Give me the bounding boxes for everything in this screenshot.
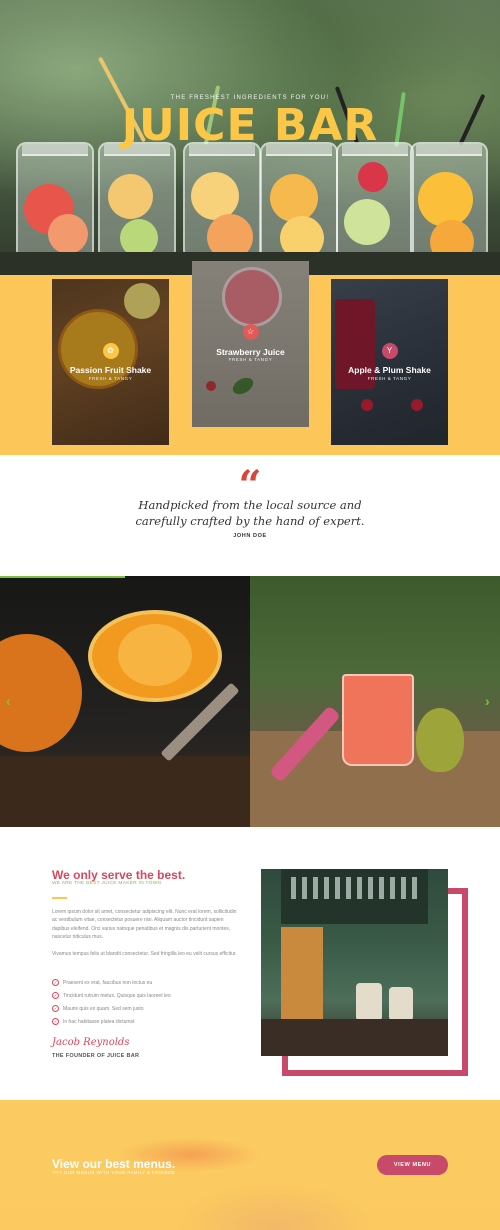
product-subtitle: FRESH & TANGY	[228, 357, 273, 362]
juice-jar	[183, 142, 261, 264]
checklist-item: ✓ Praesent ex erat, faucibus non lectus e…	[52, 979, 152, 988]
hero-title: JUICE BAR	[121, 100, 379, 151]
star-icon: ☆	[242, 324, 259, 340]
cta-subtitle: TRY OUR MENUS WITH YOUR FAMILY & FRIENDS	[52, 1170, 175, 1175]
slider-progress	[0, 576, 125, 578]
checklist-item: ✓ In hac habitasse platea dictumst	[52, 1018, 134, 1027]
product-subtitle: FRESH & TANGY	[367, 376, 412, 381]
juice-jar	[16, 142, 94, 264]
divider	[52, 897, 67, 899]
testimonial-text: Handpicked from the local source and car…	[135, 498, 365, 528]
juice-jar	[260, 142, 338, 264]
juice-jar	[98, 142, 176, 264]
cup-icon: Y	[381, 343, 398, 359]
chevron-right-icon[interactable]: ›	[485, 693, 490, 709]
product-subtitle: FRESH & TANGY	[88, 376, 133, 381]
product-card-strawberry[interactable]: ☆ Strawberry Juice FRESH & TANGY	[192, 261, 309, 427]
checklist-item: ✓ Tincidunt rutrum metus. Quisque quis la…	[52, 992, 171, 1001]
slide-oranges	[0, 576, 250, 827]
about-subtitle: WE ARE THE BEST JUICE MAKER IN TOWN	[52, 881, 162, 886]
juice-jar	[336, 142, 414, 264]
juice-jar	[410, 142, 488, 264]
checklist-text: In hac habitasse platea dictumst	[63, 1019, 135, 1025]
checklist-text: Tincidunt rutrum metus. Quisque quis lao…	[63, 993, 171, 999]
product-name: Strawberry Juice	[216, 347, 285, 357]
leaf-icon: ✿	[102, 343, 119, 359]
hero-section: THE FRESHEST INGREDIENTS FOR YOU! JUICE …	[0, 0, 500, 275]
view-menu-button[interactable]: VIEW MENU	[377, 1155, 448, 1175]
image-slider: ‹ ›	[0, 576, 500, 827]
bar-interior-photo	[261, 869, 448, 1056]
slide-smoothie	[250, 576, 500, 827]
checklist-text: Mauris quis ex quam. Sed sem justo	[63, 1006, 144, 1012]
check-icon: ✓	[52, 1005, 59, 1013]
founder-caption: THE FOUNDER OF JUICE BAR	[52, 1053, 140, 1059]
product-card-apple-plum[interactable]: Y Apple & Plum Shake FRESH & TANGY	[331, 279, 448, 445]
check-icon: ✓	[52, 979, 59, 987]
cta-title: View our best menus.	[52, 1157, 176, 1171]
founder-signature: Jacob Reynolds	[52, 1037, 130, 1048]
check-icon: ✓	[52, 1018, 59, 1026]
checklist-item: ✓ Mauris quis ex quam. Sed sem justo	[52, 1005, 144, 1014]
about-title: We only serve the best.	[52, 868, 186, 882]
checklist-text: Praesent ex erat, faucibus non lectus eu	[63, 980, 153, 986]
product-name: Apple & Plum Shake	[348, 365, 431, 375]
about-paragraph-1: Lorem ipsum dolor sit amet, consectetur …	[52, 909, 237, 941]
testimonial-author: JOHN DOE	[233, 533, 267, 539]
chevron-left-icon[interactable]: ‹	[6, 693, 11, 709]
product-name: Passion Fruit Shake	[69, 365, 152, 375]
product-card-passion-fruit[interactable]: ✿ Passion Fruit Shake FRESH & TANGY	[52, 279, 169, 445]
about-paragraph-2: Vivamus tempus felis ut blandit consecte…	[52, 951, 237, 957]
check-icon: ✓	[52, 992, 59, 1000]
